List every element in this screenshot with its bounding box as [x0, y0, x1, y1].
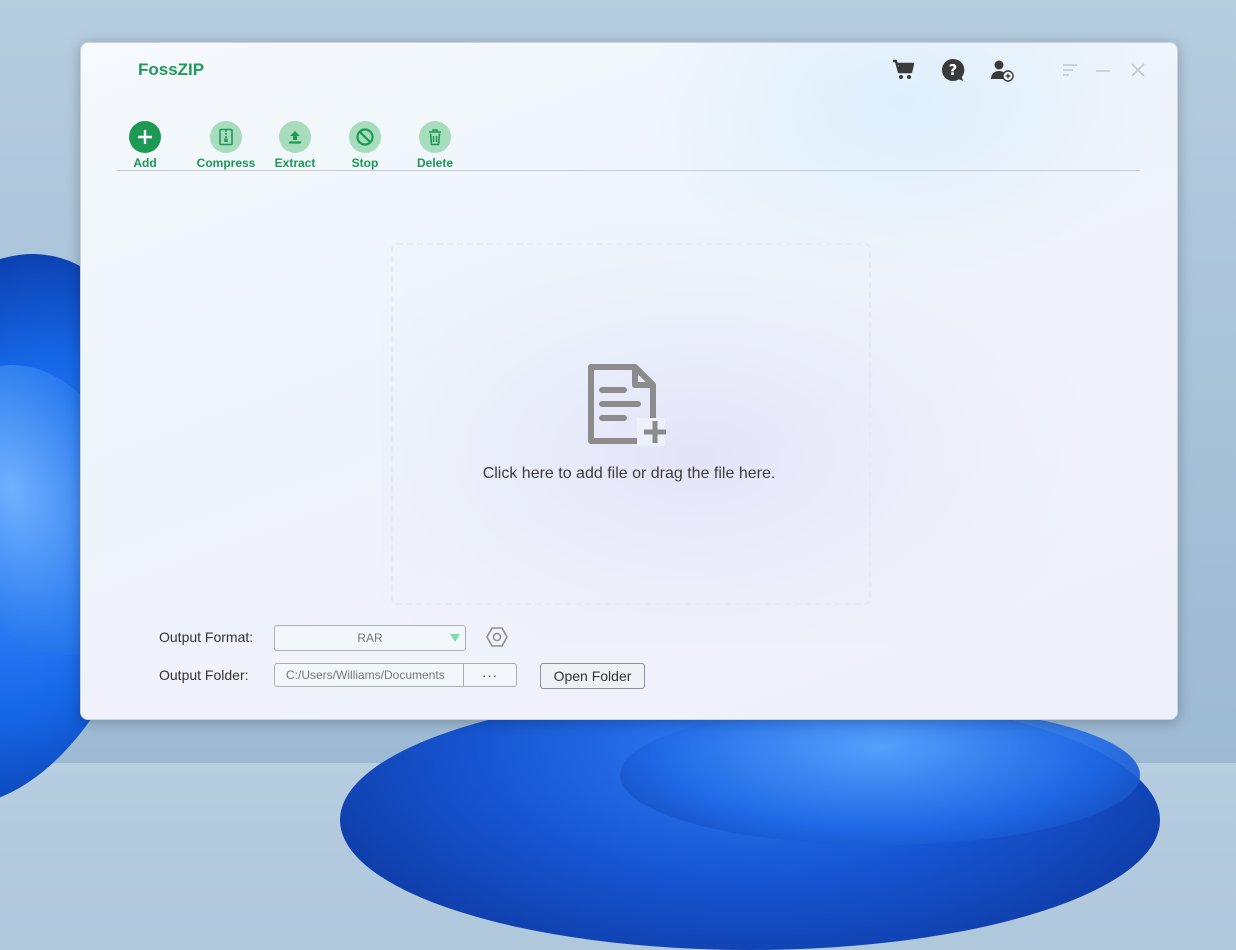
drop-instruction: Click here to add file or drag the file … [482, 465, 776, 482]
gear-icon[interactable] [486, 626, 508, 653]
browse-folder-button[interactable]: ··· [464, 663, 517, 687]
toolbar-divider [117, 170, 1140, 171]
compress-label: Compress [196, 156, 256, 170]
app-title: FossZIP [138, 60, 205, 79]
plus-icon [129, 121, 161, 153]
cart-icon[interactable] [891, 57, 917, 83]
stop-icon [349, 121, 381, 153]
add-file-icon[interactable] [587, 363, 671, 452]
upload-icon [279, 121, 311, 153]
extract-label: Extract [274, 156, 316, 170]
extract-button[interactable]: Extract [269, 121, 321, 170]
dropdown-arrow-icon [450, 634, 460, 642]
compress-button[interactable]: Compress [193, 121, 259, 170]
stop-label: Stop [351, 156, 379, 170]
topbar-icons: ? [891, 57, 1038, 83]
output-format-value: RAR [357, 631, 383, 645]
delete-button[interactable]: Delete [409, 121, 461, 170]
delete-label: Delete [416, 156, 454, 170]
minimize-icon[interactable] [1092, 61, 1114, 79]
output-format-select[interactable]: RAR [274, 625, 466, 651]
output-folder-path[interactable]: C:/Users/Williams/Documents [274, 663, 464, 687]
add-label: Add [133, 156, 157, 170]
open-folder-button[interactable]: Open Folder [540, 663, 645, 689]
zip-file-icon [210, 121, 242, 153]
app-window: FossZIP ? Add Compress Extract Stop Dele… [80, 42, 1178, 720]
account-icon[interactable] [989, 57, 1015, 83]
svg-text:?: ? [949, 61, 958, 79]
close-icon[interactable] [1127, 61, 1149, 79]
stop-button[interactable]: Stop [339, 121, 391, 170]
toolbar: Add Compress Extract Stop Delete [119, 121, 461, 170]
wallpaper-bloom [620, 705, 1140, 845]
output-format-label: Output Format: [159, 629, 254, 645]
trash-icon [419, 121, 451, 153]
add-button[interactable]: Add [119, 121, 171, 170]
menu-icon[interactable] [1059, 61, 1081, 79]
help-icon[interactable]: ? [940, 57, 966, 83]
output-folder-label: Output Folder: [159, 667, 249, 683]
